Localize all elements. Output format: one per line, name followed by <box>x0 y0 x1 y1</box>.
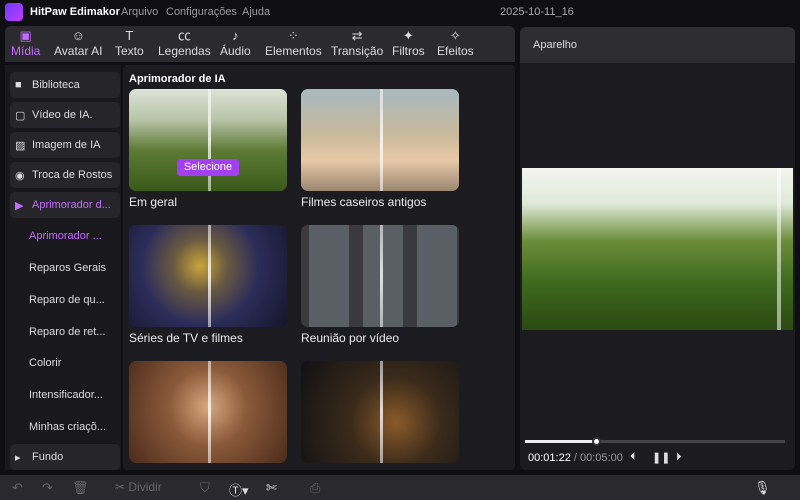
card-series-tv[interactable] <box>129 225 287 327</box>
marker-icon[interactable]: ⛉ <box>200 480 210 496</box>
card-filmes-caseiros[interactable] <box>301 89 459 191</box>
subitem-reparo-qualidade[interactable]: Reparo de qu... <box>29 294 105 306</box>
pause-icon[interactable]: ❚❚ <box>652 451 670 464</box>
menu-configuracoes[interactable]: Configurações <box>166 6 237 18</box>
subitem-intensificador[interactable]: Intensificador... <box>29 389 103 401</box>
folder-icon: ■ <box>15 79 22 91</box>
text-tool-icon[interactable]: Ⓣ▾ <box>229 480 249 499</box>
tab-legendas[interactable]: ㏄ Legendas <box>158 28 211 58</box>
app-logo <box>5 3 23 21</box>
tab-efeitos[interactable]: ✧ Efeitos <box>437 28 474 58</box>
card-em-geral[interactable]: Selecione <box>129 89 287 191</box>
app-name: HitPaw Edimakor <box>30 6 120 18</box>
microphone-icon[interactable]: 🎙 <box>754 480 771 496</box>
transition-icon: ⇄ <box>351 28 363 43</box>
bottom-toolbar: ↶ ↷ 🗑 ✂ Dividir ⛉ Ⓣ▾ ✄ ⎙ 🎙 <box>0 475 800 500</box>
section-title: Aprimorador de IA <box>129 73 226 85</box>
face-swap-icon: ◉ <box>15 169 25 182</box>
enhancer-panel: Aprimorador de IA Selecione Em geral Fil… <box>123 65 515 470</box>
preview-panel: Aparelho 00:01:22 / 00:05:00 ⏴ ❚❚ ⏵ <box>520 27 795 470</box>
captions-icon: ㏄ <box>177 28 191 43</box>
sidebar-item-fundo[interactable]: ▸ Fundo <box>10 444 120 470</box>
cut-tool-icon[interactable]: ✄ <box>266 480 277 496</box>
text-icon: T <box>125 28 134 43</box>
scissors-icon: ✂ <box>115 480 126 494</box>
ai-image-icon: ▨ <box>15 139 26 152</box>
select-button[interactable]: Selecione <box>177 159 239 176</box>
ai-video-icon: ▢ <box>15 109 26 122</box>
subitem-minhas-criacoes[interactable]: Minhas criaçõ... <box>29 421 106 433</box>
subitem-reparo-retrato[interactable]: Reparo de ret... <box>29 326 105 338</box>
undo-icon[interactable]: ↶ <box>12 480 23 496</box>
delete-icon[interactable]: 🗑 <box>72 480 89 496</box>
sidebar-item-troca-rostos[interactable]: ◉ Troca de Rostos <box>10 162 120 188</box>
enhancer-icon: ▶ <box>15 199 24 212</box>
video-player[interactable] <box>522 168 793 330</box>
preview-title: Aparelho <box>520 27 795 63</box>
sidebar-item-imagem-ia[interactable]: ▨ Imagem de IA <box>10 132 120 158</box>
sidebar-item-video-ia[interactable]: ▢ Vídeo de IA. <box>10 102 120 128</box>
caret-right-icon: ▸ <box>15 451 21 464</box>
effects-icon: ✧ <box>449 28 461 43</box>
tab-audio[interactable]: ♪ Áudio <box>220 28 251 58</box>
sidebar-item-aprimorador[interactable]: ▶ Aprimorador d... <box>10 192 120 218</box>
card-label: Em geral <box>129 195 178 209</box>
time-display: 00:01:22 / 00:05:00 <box>528 452 623 464</box>
compare-divider <box>380 361 383 463</box>
music-icon: ♪ <box>232 28 239 43</box>
card-label: Filmes caseiros antigos <box>301 195 427 209</box>
card-cidade-noite[interactable] <box>301 361 459 463</box>
tab-midia[interactable]: ▣ Mídia <box>11 28 40 58</box>
card-reuniao-video[interactable] <box>301 225 459 327</box>
menu-arquivo[interactable]: Arquivo <box>121 6 158 18</box>
media-icon: ▣ <box>19 28 32 43</box>
compare-divider <box>380 89 383 191</box>
next-frame-icon[interactable]: ⏵ <box>676 451 682 464</box>
menu-ajuda[interactable]: Ajuda <box>242 6 270 18</box>
progress-slider[interactable] <box>525 437 785 446</box>
prev-frame-icon[interactable]: ⏴ <box>630 451 636 464</box>
progress-handle[interactable] <box>591 437 601 446</box>
export-icon[interactable]: ⎙ <box>310 480 320 496</box>
compare-divider <box>208 361 211 463</box>
tab-transicao[interactable]: ⇄ Transição <box>331 28 383 58</box>
sidebar-item-biblioteca[interactable]: ■ Biblioteca <box>10 72 120 98</box>
sidebar: ■ Biblioteca ▢ Vídeo de IA. ▨ Imagem de IA … <box>5 65 121 470</box>
subitem-colorir[interactable]: Colorir <box>29 357 61 369</box>
card-label: Séries de TV e filmes <box>129 331 243 345</box>
main-tabs: ▣ Mídia ☺ Avatar AI T Texto ㏄ Legendas ♪ Áudi… <box>5 26 515 62</box>
card-rosto[interactable] <box>129 361 287 463</box>
compare-divider <box>380 225 383 327</box>
filters-icon: ✦ <box>402 28 414 43</box>
progress-fill <box>525 440 596 443</box>
title-bar: HitPaw Edimakor Arquivo Configurações Aj… <box>0 0 800 25</box>
subitem-reparos-gerais[interactable]: Reparos Gerais <box>29 262 106 274</box>
split-button[interactable]: ✂ Dividir <box>115 480 162 494</box>
compare-divider <box>777 168 781 330</box>
compare-divider <box>208 225 211 327</box>
subitem-aprimorador[interactable]: Aprimorador ... <box>29 230 102 242</box>
avatar-icon: ☺ <box>71 28 85 43</box>
tab-elementos[interactable]: ⁘ Elementos <box>265 28 322 58</box>
elements-icon: ⁘ <box>287 28 299 43</box>
card-label: Reunião por vídeo <box>301 331 400 345</box>
tab-filtros[interactable]: ✦ Filtros <box>392 28 425 58</box>
redo-icon[interactable]: ↷ <box>42 480 53 496</box>
tab-avatar-ai[interactable]: ☺ Avatar AI <box>54 28 102 58</box>
tab-texto[interactable]: T Texto <box>115 28 144 58</box>
project-name: 2025-10-11_16 <box>500 6 574 18</box>
